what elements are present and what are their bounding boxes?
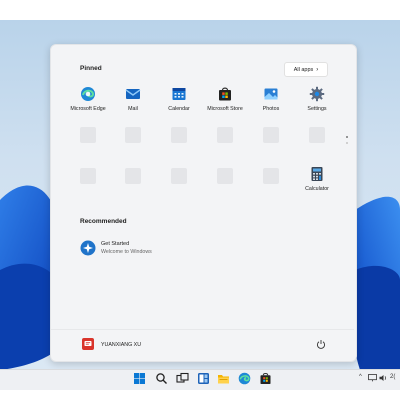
pinned-placeholder	[125, 127, 141, 143]
app-label: Settings	[307, 106, 327, 112]
pinned-placeholder	[171, 127, 187, 143]
all-apps-label: All apps	[293, 66, 314, 73]
get-started-icon	[80, 240, 96, 256]
recommended-item-title[interactable]: Get Started	[101, 241, 129, 247]
app-label: Photos	[262, 106, 280, 112]
edge-icon	[81, 87, 95, 101]
photos-icon	[264, 88, 278, 100]
store-icon	[219, 87, 231, 101]
pinned-app-calculator[interactable]: Calculator	[294, 166, 340, 192]
volume-icon[interactable]	[379, 374, 388, 382]
tray-overflow-chevron[interactable]: ^	[359, 374, 362, 380]
app-label: Calendar	[168, 106, 190, 112]
recommended-title: Recommended	[80, 218, 127, 225]
page-indicator[interactable]	[345, 136, 349, 148]
pinned-placeholder	[217, 127, 233, 143]
store-icon[interactable]	[259, 372, 272, 385]
pinned-app-edge[interactable]: Microsoft Edge	[65, 86, 111, 112]
user-name[interactable]: YUANXIANG XU	[101, 342, 141, 348]
windows-start-icon[interactable]	[133, 372, 146, 385]
widgets-icon[interactable]	[197, 372, 210, 385]
app-label: Microsoft Edge	[70, 106, 106, 112]
pinned-app-photos[interactable]: Photos	[248, 86, 294, 112]
clock[interactable]: 2(	[390, 374, 395, 380]
pinned-placeholder	[80, 168, 96, 184]
chevron-right-icon: ›	[316, 66, 319, 73]
calculator-icon	[311, 167, 323, 181]
pinned-app-settings[interactable]: Settings	[294, 86, 340, 112]
edge-icon[interactable]	[238, 372, 251, 385]
app-label: Microsoft Store	[207, 106, 243, 112]
power-icon[interactable]	[316, 339, 326, 349]
calendar-icon	[172, 88, 186, 100]
task-view-icon[interactable]	[176, 372, 189, 385]
pinned-placeholder	[263, 168, 279, 184]
recommended-item-subtitle: Welcome to Windows	[101, 249, 152, 255]
pinned-placeholder	[309, 127, 325, 143]
display-icon[interactable]	[368, 374, 377, 382]
pinned-placeholder	[80, 127, 96, 143]
pinned-placeholder	[217, 168, 233, 184]
all-apps-button[interactable]: All apps ›	[284, 62, 328, 77]
pinned-placeholder	[171, 168, 187, 184]
pinned-app-mail[interactable]: Mail	[110, 86, 156, 112]
recommended-item[interactable]	[80, 240, 96, 261]
pinned-app-store[interactable]: Microsoft Store	[202, 86, 248, 112]
gear-icon	[309, 86, 325, 102]
pinned-app-calendar[interactable]: Calendar	[156, 86, 202, 112]
app-label: Mail	[128, 106, 138, 112]
app-label: Calculator	[305, 186, 329, 192]
pinned-title: Pinned	[80, 65, 102, 72]
footer-divider	[51, 329, 354, 330]
avatar[interactable]	[82, 338, 94, 350]
pinned-placeholder	[125, 168, 141, 184]
mail-icon	[125, 89, 141, 99]
file-explorer-icon[interactable]	[217, 372, 230, 385]
search-icon[interactable]	[155, 372, 168, 385]
pinned-placeholder	[263, 127, 279, 143]
